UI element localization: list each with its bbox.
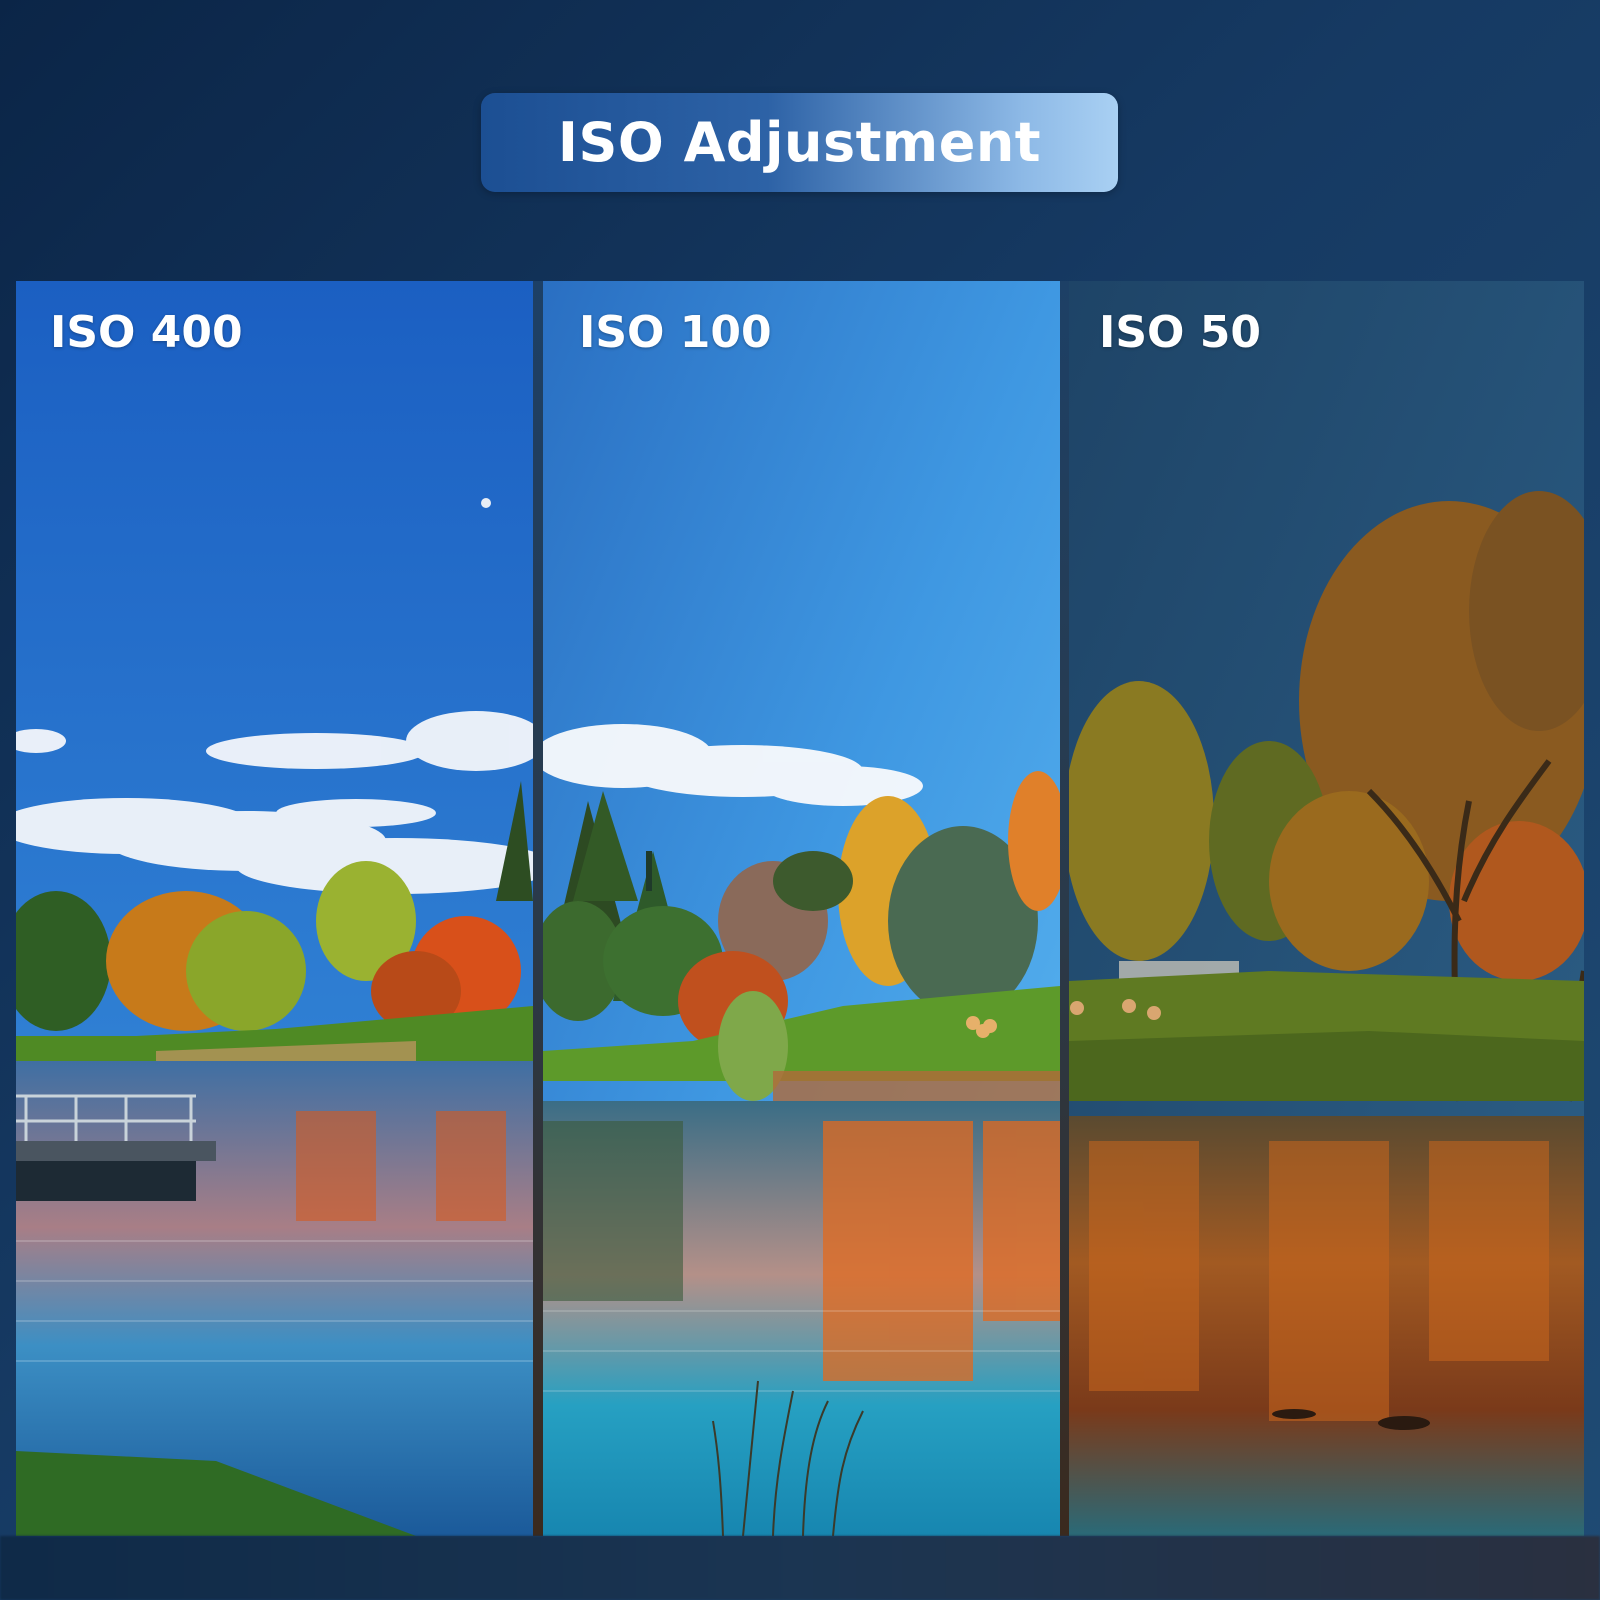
page-title: ISO Adjustment xyxy=(557,111,1042,174)
iso-50-label: ISO 50 xyxy=(1099,307,1262,358)
photo-panel-iso-50: ISO 50 xyxy=(1069,281,1584,1536)
landscape-photo xyxy=(16,281,533,1536)
title-banner: ISO Adjustment xyxy=(481,93,1118,192)
photo-panel-iso-100: ISO 100 xyxy=(543,281,1060,1536)
bottom-blur-strip xyxy=(0,1536,1600,1600)
iso-400-label: ISO 400 xyxy=(50,307,243,358)
landscape-photo xyxy=(1069,281,1584,1536)
landscape-photo xyxy=(543,281,1060,1536)
panel-divider xyxy=(533,281,543,1536)
photo-panel-iso-400: ISO 400 xyxy=(16,281,533,1536)
iso-100-label: ISO 100 xyxy=(579,307,772,358)
